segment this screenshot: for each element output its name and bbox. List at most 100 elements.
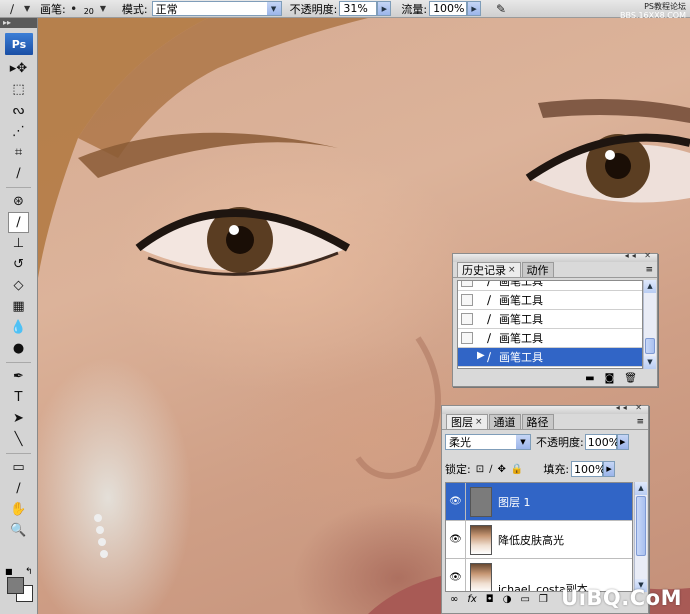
layer-list: 👁 图层 1 👁 降低皮肤高光 👁 ichael_costa副本 xyxy=(445,482,633,592)
history-scrollbar[interactable]: ▲ ▼ xyxy=(643,280,656,369)
tab-paths[interactable]: 路径 xyxy=(521,414,554,429)
default-colors-icon[interactable]: ■ xyxy=(5,567,13,576)
history-source-checkbox[interactable] xyxy=(461,294,473,306)
brush-icon: ∕ xyxy=(486,331,492,345)
history-source-checkbox[interactable] xyxy=(461,332,473,344)
scroll-down-icon[interactable]: ▼ xyxy=(644,356,656,369)
path-selection-tool[interactable]: ➤ xyxy=(0,408,37,429)
fill-input[interactable]: 100% xyxy=(571,461,606,477)
lock-position-icon[interactable]: ✥ xyxy=(497,464,505,475)
healing-tool[interactable]: ⊛ xyxy=(0,191,37,212)
brush-picker-icon[interactable]: • xyxy=(66,0,82,18)
close-icon[interactable]: × xyxy=(475,417,483,427)
flow-input[interactable]: 100% xyxy=(429,1,468,16)
close-icon[interactable]: × xyxy=(508,265,516,275)
magic-wand-tool[interactable]: ⋰ xyxy=(0,121,37,142)
hand-tool[interactable]: ✋ xyxy=(0,499,37,520)
brush-tool-icon: ∕ xyxy=(16,215,21,230)
lock-transparency-icon[interactable]: ⊡ xyxy=(476,464,484,475)
eyedropper-tool-2[interactable]: ∕ xyxy=(0,478,37,499)
layer-opacity-input[interactable]: 100% xyxy=(584,434,619,450)
link-icon[interactable]: ∞ xyxy=(450,594,458,605)
panel-menu-icon[interactable]: ≡ xyxy=(636,417,644,427)
ps-logo[interactable]: Ps xyxy=(5,33,33,55)
layer-row-selected[interactable]: 👁 图层 1 xyxy=(446,483,632,521)
scrollbar-thumb[interactable] xyxy=(645,338,655,354)
layers-scrollbar[interactable]: ▲ ▼ xyxy=(634,482,647,592)
panel-menu-icon[interactable]: ≡ xyxy=(645,265,653,275)
group-icon[interactable]: ▭ xyxy=(520,594,529,605)
tab-history[interactable]: 历史记录 × xyxy=(457,262,521,277)
blur-tool[interactable]: 💧 xyxy=(0,317,37,338)
tab-channels[interactable]: 通道 xyxy=(488,414,521,429)
lock-all-icon[interactable]: 🔒 xyxy=(511,464,523,475)
stamp-tool[interactable]: ⊥ xyxy=(0,233,37,254)
new-layer-icon[interactable]: ❐ xyxy=(539,594,548,605)
tab-layers[interactable]: 图层 × xyxy=(446,414,488,429)
move-tool[interactable]: ▸✥ xyxy=(0,58,37,79)
layer-row[interactable]: 👁 降低皮肤高光 xyxy=(446,520,632,559)
tab-actions[interactable]: 动作 xyxy=(521,262,554,277)
history-source-checkbox[interactable] xyxy=(461,281,473,287)
chevron-down-icon: ▼ xyxy=(516,435,530,449)
notes-tool[interactable]: ▭ xyxy=(0,457,37,478)
chevron-down-icon[interactable]: ▼ xyxy=(24,4,34,13)
history-item[interactable]: ∕ 画笔工具 xyxy=(458,329,642,348)
history-item[interactable]: ∕ 画笔工具 xyxy=(458,291,642,310)
brush-preset-icon[interactable]: ∕ xyxy=(0,0,24,18)
history-brush-tool[interactable]: ↺ xyxy=(0,254,37,275)
trash-icon[interactable]: 🗑 xyxy=(624,373,637,384)
pen-tool[interactable]: ✒ xyxy=(0,366,37,387)
flow-slider-button[interactable]: ▶ xyxy=(467,1,482,16)
fill-slider-button[interactable]: ▶ xyxy=(603,461,616,477)
eraser-tool[interactable]: ◇ xyxy=(0,275,37,296)
panel-window-controls[interactable]: ◂◂ ✕ xyxy=(625,251,654,260)
new-snapshot-icon[interactable]: ◙ xyxy=(605,373,615,384)
marquee-tool-icon: ⬚ xyxy=(12,82,25,97)
history-source-checkbox[interactable] xyxy=(461,313,473,325)
visibility-eye-icon[interactable]: 👁 xyxy=(446,483,466,521)
panel-window-controls[interactable]: ◂◂ ✕ xyxy=(616,403,645,412)
history-source-checkbox[interactable] xyxy=(461,351,473,363)
history-item-selected[interactable]: ▶ ∕ 画笔工具 xyxy=(458,348,642,367)
line-tool[interactable]: ╲ xyxy=(0,429,37,450)
lasso-tool-icon: ᔓ xyxy=(12,103,25,118)
layers-panel-header[interactable]: ◂◂ ✕ xyxy=(442,403,648,414)
eyedropper-tool[interactable]: ∕ xyxy=(0,163,37,184)
fx-icon[interactable]: fx xyxy=(467,594,476,605)
new-document-from-state-icon[interactable]: ▬ xyxy=(585,373,594,384)
history-item[interactable]: ∕ 画笔工具 xyxy=(458,310,642,329)
adjustment-icon[interactable]: ◑ xyxy=(503,594,512,605)
zoom-tool[interactable]: 🔍 xyxy=(0,520,37,541)
lasso-tool[interactable]: ᔓ xyxy=(0,100,37,121)
airbrush-icon[interactable]: ✎ xyxy=(489,0,513,18)
crop-tool[interactable]: ⌗ xyxy=(0,142,37,163)
opacity-input[interactable]: 31% xyxy=(339,1,378,16)
lock-pixels-icon[interactable]: ∕ xyxy=(489,464,492,475)
scrollbar-thumb[interactable] xyxy=(636,496,646,556)
foreground-color-swatch[interactable] xyxy=(7,577,24,594)
swap-colors-icon[interactable]: ↰ xyxy=(25,567,33,577)
brush-tool[interactable]: ∕ xyxy=(8,212,29,233)
fill-label: 填充: xyxy=(543,463,570,476)
history-panel-header[interactable]: ◂◂ ✕ xyxy=(453,251,657,262)
blend-mode-select[interactable]: 柔光 ▼ xyxy=(445,434,531,450)
type-tool[interactable]: T xyxy=(0,387,37,408)
visibility-eye-icon[interactable]: 👁 xyxy=(446,558,466,591)
tools-grip[interactable]: ▸▸ xyxy=(0,18,37,28)
mode-select[interactable]: 正常 ▼ xyxy=(151,1,282,16)
scroll-up-icon[interactable]: ▲ xyxy=(644,280,656,293)
visibility-eye-icon[interactable]: 👁 xyxy=(446,520,466,559)
brush-icon: ∕ xyxy=(486,293,492,307)
history-item[interactable]: ∕ 画笔工具 xyxy=(458,281,642,291)
gradient-tool[interactable]: ▦ xyxy=(0,296,37,317)
chevron-down-icon[interactable]: ▼ xyxy=(100,4,110,13)
dodge-tool-icon: ● xyxy=(12,341,25,356)
mask-icon[interactable]: ◘ xyxy=(486,594,494,605)
marquee-tool[interactable]: ⬚ xyxy=(0,79,37,100)
scroll-up-icon[interactable]: ▲ xyxy=(635,482,647,495)
opacity-slider-button[interactable]: ▶ xyxy=(377,1,392,16)
dodge-tool[interactable]: ● xyxy=(0,338,37,359)
layer-opacity-slider-button[interactable]: ▶ xyxy=(616,434,629,450)
site-watermark: UiBQ.CoM xyxy=(561,586,682,610)
